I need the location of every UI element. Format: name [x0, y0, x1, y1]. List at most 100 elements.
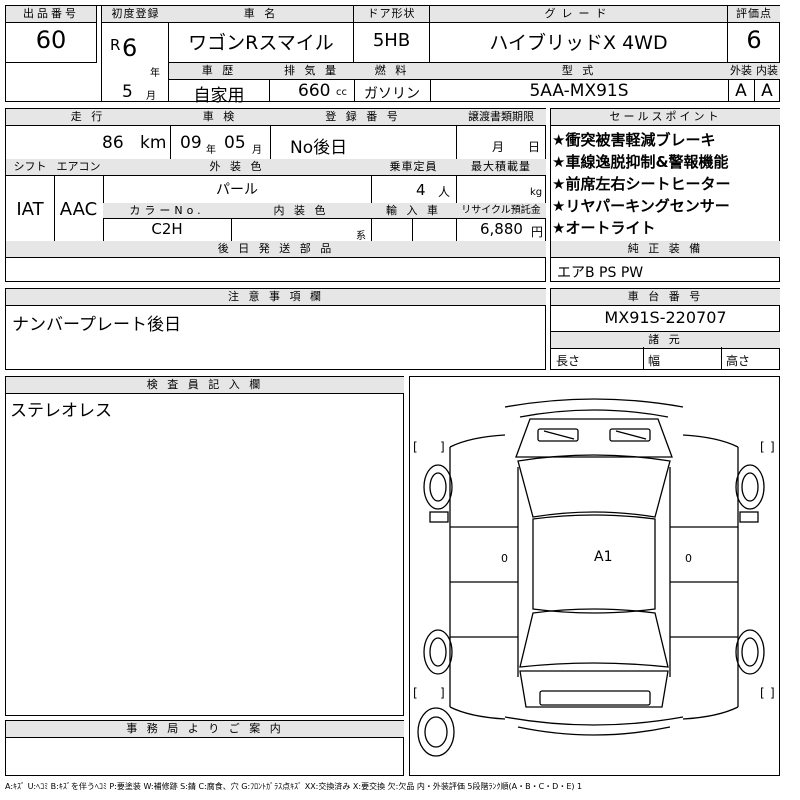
reg-month: 5 [122, 82, 133, 102]
score-cell: 評価点 6 [728, 6, 780, 63]
inspector-title: 検 査 員 記 入 欄 [6, 377, 404, 394]
fuel-label: 燃 料 [354, 63, 431, 80]
damage-mark: A1 [594, 549, 613, 565]
inspector-block: 検 査 員 記 入 欄 ステレオレス [5, 376, 404, 716]
exterior-label: 外装 [728, 63, 755, 80]
transfer-day-unit: 日 [528, 140, 541, 154]
bracket-rear-left-close: ] [440, 686, 445, 700]
score-label: 評価点 [728, 6, 780, 23]
car-damage-diagram: [ ] [ ] [ ] [ ] 0 0 A1 [409, 376, 780, 776]
interior-label: 内装 [754, 63, 780, 80]
header-block: 出品番号 60 初度登録 R 6 年 5 月 車 名 ワゴンRスマイル ドア形状… [5, 5, 780, 106]
mileage-unit: km [140, 133, 167, 153]
mileage-label: 走 行 [6, 109, 171, 126]
int-color-label: 内 装 色 [231, 203, 372, 219]
displacement-value: 660 [298, 81, 331, 101]
zero-mark-left: 0 [501, 552, 508, 565]
month-unit: 月 [146, 91, 156, 102]
mileage-value: 86 [102, 133, 124, 153]
grade-value: ハイブリッドX 4WD [489, 32, 668, 54]
model-label: 型 式 [430, 63, 729, 80]
score-value: 6 [746, 26, 762, 54]
sales-points-block: セールスポイント ★衝突被害軽減ブレーキ ★車線逸脱抑制&警報機能 ★前席左右シ… [550, 108, 780, 282]
grade-label: グレード [430, 6, 727, 23]
zero-mark-right: 0 [685, 552, 692, 565]
history-value: 自家用 [193, 86, 245, 106]
car-name-cell: 車 名 ワゴンRスマイル [169, 6, 354, 63]
office-block: 事 務 局 よ り ご 案 内 [5, 720, 404, 776]
capacity-unit: 人 [438, 185, 451, 199]
color-no-label: カラーNo. [103, 203, 232, 219]
sales-point-item: ★オートライト [552, 219, 656, 237]
load-label: 最大積載量 [456, 159, 546, 176]
first-reg-cell: 初度登録 R 6 年 5 月 [101, 6, 169, 102]
door-cell: ドア形状 5HB [354, 6, 430, 63]
notes-block: 注 意 事 項 欄 ナンバープレート後日 [5, 288, 546, 370]
history-label: 車 歴 [169, 63, 270, 80]
sales-point-item: ★車線逸脱抑制&警報機能 [552, 153, 729, 171]
fuel-value: ガソリン [364, 86, 420, 102]
insp-year: 09 [180, 133, 202, 153]
transfer-month-unit: 月 [492, 140, 505, 154]
equipment-value: エアB PS PW [557, 265, 644, 281]
regno-label: 登 録 番 号 [270, 109, 457, 126]
lot-cell: 出品番号 60 [6, 6, 97, 63]
bracket-rear-right: [ [760, 686, 765, 700]
door-label: ドア形状 [354, 6, 429, 23]
recycle-label: リサイクル預託金 [456, 203, 546, 219]
int-color-unit: 系 [356, 231, 366, 242]
office-title: 事 務 局 よ り ご 案 内 [6, 721, 404, 738]
recycle-unit: 円 [531, 225, 544, 239]
shift-value: IAT [16, 199, 44, 220]
width-label: 幅 [648, 354, 661, 368]
grade-cell: グレード ハイブリッドX 4WD [430, 6, 728, 63]
lot-label: 出品番号 [6, 6, 96, 23]
dims-title: 諸 元 [551, 331, 780, 349]
capacity-label: 乗車定員 [371, 159, 457, 176]
import-label: 輸 入 車 [371, 203, 457, 219]
recycle-value: 6,880 [480, 220, 523, 238]
model-value: 5AA-MX91S [529, 81, 629, 101]
height-label: 高さ [726, 354, 751, 368]
bracket-front-left: [ [413, 440, 418, 454]
lot-value: 60 [35, 26, 67, 54]
exterior-value: A [735, 81, 747, 101]
regno-value: No後日 [290, 138, 348, 158]
door-value: 5HB [372, 30, 411, 51]
insp-month: 05 [224, 133, 246, 153]
era-mark: R [110, 36, 121, 54]
transfer-label: 譲渡書類期限 [456, 109, 546, 126]
interior-value: A [761, 81, 773, 101]
first-reg-label: 初度登録 [102, 6, 169, 23]
ext-color-label: 外 装 色 [103, 159, 372, 176]
equipment-title: 純 正 装 備 [551, 241, 780, 258]
displacement-unit: cc [336, 87, 347, 98]
sales-point-item: ★衝突被害軽減ブレーキ [552, 131, 716, 149]
notes-value: ナンバープレート後日 [12, 315, 181, 335]
bracket-front-left-close: ] [440, 440, 445, 454]
shift-label: シフト [6, 159, 55, 176]
inspection-label: 車 検 [170, 109, 271, 126]
car-name-label: 車 名 [169, 6, 353, 23]
bracket-rear-right-close: ] [770, 686, 775, 700]
color-no-value: C2H [151, 220, 183, 238]
insp-month-unit: 月 [252, 145, 262, 156]
notes-title: 注 意 事 項 欄 [6, 289, 546, 306]
vehicle-details-block: 走 行 車 検 登 録 番 号 譲渡書類期限 86 km 09 年 05 月 N… [5, 108, 546, 282]
capacity-value: 4 [416, 181, 426, 199]
inspector-value: ステレオレス [10, 401, 112, 421]
chassis-block: 車 台 番 号 MX91S-220707 諸 元 長さ 幅 高さ [550, 288, 780, 370]
car-outline-drawing [417, 398, 765, 757]
bracket-front-right: [ [760, 440, 765, 454]
ext-color-value: パール [216, 182, 258, 198]
bracket-front-right-close: ] [770, 440, 775, 454]
legend-text: A:ｷｽﾞ U:ﾍｺﾐ B:ｷｽﾞを伴うﾍｺﾐ P:要塗装 W:補修跡 S:錆 … [5, 782, 583, 791]
load-unit: kg [530, 187, 543, 198]
later-parts-label: 後 日 発 送 部 品 [6, 241, 546, 258]
year-unit: 年 [150, 68, 160, 79]
sales-point-item: ★前席左右シートヒーター [552, 175, 731, 193]
chassis-value: MX91S-220707 [604, 308, 727, 327]
sales-points-title: セールスポイント [551, 109, 780, 126]
ac-label: エアコン [54, 159, 104, 176]
displacement-label: 排 気 量 [269, 63, 355, 80]
